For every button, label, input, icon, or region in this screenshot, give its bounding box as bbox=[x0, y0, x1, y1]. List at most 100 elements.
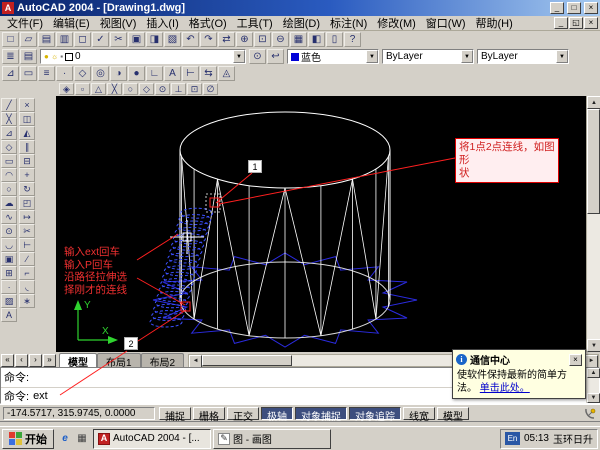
snap-endpoint-icon[interactable]: ▫ bbox=[75, 83, 90, 95]
mdi-restore-button[interactable]: ◱ bbox=[569, 17, 583, 29]
rotate-icon[interactable]: ↻ bbox=[19, 182, 35, 196]
fillet-icon[interactable]: ◟ bbox=[19, 280, 35, 294]
snap-tangent-icon[interactable]: ⊙ bbox=[155, 83, 170, 95]
communication-center-icon[interactable] bbox=[583, 407, 597, 420]
insert-block-icon[interactable]: ▣ bbox=[1, 252, 17, 266]
snap-midpoint-icon[interactable]: △ bbox=[91, 83, 106, 95]
new-file-icon[interactable]: □ bbox=[2, 32, 19, 47]
toggle-lineweight[interactable]: 线宽 bbox=[403, 407, 435, 420]
designcenter-icon[interactable]: ◧ bbox=[308, 32, 325, 47]
spline-icon[interactable]: ∿ bbox=[1, 210, 17, 224]
chevron-down-icon[interactable]: ▼ bbox=[461, 50, 473, 63]
snap-node-icon[interactable]: ⊡ bbox=[187, 83, 202, 95]
quick-launch-ie-icon[interactable]: e bbox=[57, 431, 73, 447]
scroll-down-icon[interactable]: ▼ bbox=[587, 339, 600, 352]
zoom-previous-icon[interactable]: ⊖ bbox=[272, 32, 289, 47]
menu-file[interactable]: 文件(F) bbox=[2, 15, 48, 31]
offset-icon[interactable]: ∥ bbox=[19, 140, 35, 154]
tab-model[interactable]: 模型 bbox=[59, 353, 97, 367]
polygon-icon[interactable]: ◇ bbox=[1, 140, 17, 154]
scrollbar-thumb[interactable] bbox=[202, 355, 292, 366]
zoom-window-icon[interactable]: ⊡ bbox=[254, 32, 271, 47]
spelling-icon[interactable]: ✓ bbox=[92, 32, 109, 47]
snap-from-icon[interactable]: ◈ bbox=[59, 83, 74, 95]
toggle-model[interactable]: 模型 bbox=[437, 407, 469, 420]
menu-window[interactable]: 窗口(W) bbox=[421, 15, 471, 31]
close-button[interactable]: × bbox=[584, 2, 598, 14]
pan-icon[interactable]: ⇄ bbox=[218, 32, 235, 47]
mdi-close-button[interactable]: × bbox=[584, 17, 598, 29]
render-icon[interactable]: ● bbox=[128, 66, 145, 81]
tab-scroll-next[interactable]: › bbox=[29, 354, 42, 367]
layer-properties-manager-icon[interactable]: ≣ bbox=[2, 49, 19, 64]
array-icon[interactable]: ⊟ bbox=[19, 154, 35, 168]
command-scrollbar[interactable]: ▲ ▼ bbox=[586, 368, 599, 403]
color-dropdown[interactable]: 蓝色 ▼ bbox=[287, 49, 379, 64]
scrollbar-track[interactable] bbox=[587, 214, 600, 339]
multiline-text-icon[interactable]: A bbox=[1, 308, 17, 322]
mirror-icon[interactable]: ◭ bbox=[19, 126, 35, 140]
layer-dropdown[interactable]: ● ☼ ▪ 0 ▼ bbox=[40, 49, 246, 64]
save-icon[interactable]: ▤ bbox=[38, 32, 55, 47]
chevron-down-icon[interactable]: ▼ bbox=[366, 50, 378, 63]
ime-indicator[interactable]: En bbox=[505, 432, 520, 445]
plot-preview-icon[interactable]: ◻ bbox=[74, 32, 91, 47]
linetype-dropdown[interactable]: ByLayer ▼ bbox=[382, 49, 474, 64]
menu-dimension[interactable]: 标注(N) bbox=[325, 15, 372, 31]
layer-states-icon[interactable]: ▤ bbox=[20, 49, 37, 64]
shade-icon[interactable]: ◑ bbox=[110, 66, 127, 81]
mdi-minimize-button[interactable]: _ bbox=[554, 17, 568, 29]
scale-icon[interactable]: ◰ bbox=[19, 196, 35, 210]
tab-scroll-last[interactable]: » bbox=[43, 354, 56, 367]
stretch-icon[interactable]: ↦ bbox=[19, 210, 35, 224]
menu-edit[interactable]: 编辑(E) bbox=[48, 15, 95, 31]
tab-layout2[interactable]: 布局2 bbox=[141, 353, 185, 367]
menu-insert[interactable]: 插入(I) bbox=[141, 15, 183, 31]
menu-format[interactable]: 格式(O) bbox=[184, 15, 232, 31]
open-file-icon[interactable]: ▱ bbox=[20, 32, 37, 47]
make-object-layer-current-icon[interactable]: ⊙ bbox=[249, 49, 266, 64]
trim-icon[interactable]: ✂ bbox=[19, 224, 35, 238]
layer-previous-icon[interactable]: ↩ bbox=[267, 49, 284, 64]
redo-icon[interactable]: ↷ bbox=[200, 32, 217, 47]
toggle-ortho[interactable]: 正交 bbox=[227, 407, 259, 420]
construction-line-icon[interactable]: ╳ bbox=[1, 112, 17, 126]
quick-launch-desktop-icon[interactable]: ▦ bbox=[74, 431, 90, 447]
dist-icon[interactable]: ⊿ bbox=[2, 66, 19, 81]
draw-order-icon[interactable]: ◬ bbox=[218, 66, 235, 81]
layer-translate-icon[interactable]: ⇆ bbox=[200, 66, 217, 81]
properties-icon[interactable]: ▦ bbox=[290, 32, 307, 47]
hatch-icon[interactable]: ▨ bbox=[1, 294, 17, 308]
toggle-otrack[interactable]: 对象追踪 bbox=[349, 407, 401, 420]
popup-close-button[interactable]: × bbox=[569, 354, 582, 366]
menu-draw[interactable]: 绘图(D) bbox=[278, 15, 325, 31]
taskbar-clock[interactable]: 05:13 bbox=[524, 433, 549, 444]
snap-intersection-icon[interactable]: ╳ bbox=[107, 83, 122, 95]
tool-palettes-icon[interactable]: ▯ bbox=[326, 32, 343, 47]
arc-icon[interactable]: ◠ bbox=[1, 168, 17, 182]
vertical-scrollbar[interactable]: ▲ ▼ bbox=[586, 96, 600, 352]
snap-none-icon[interactable]: ∅ bbox=[203, 83, 218, 95]
cut-icon[interactable]: ✂ bbox=[110, 32, 127, 47]
menu-tools[interactable]: 工具(T) bbox=[232, 15, 278, 31]
scroll-up-icon[interactable]: ▲ bbox=[587, 368, 600, 378]
list-icon[interactable]: ≡ bbox=[38, 66, 55, 81]
chamfer-icon[interactable]: ⌐ bbox=[19, 266, 35, 280]
circle-icon[interactable]: ○ bbox=[1, 182, 17, 196]
polyline-icon[interactable]: ⊿ bbox=[1, 126, 17, 140]
match-properties-icon[interactable]: ▧ bbox=[164, 32, 181, 47]
menu-modify[interactable]: 修改(M) bbox=[372, 15, 421, 31]
scroll-down-icon[interactable]: ▼ bbox=[587, 393, 600, 403]
copy-icon[interactable]: ◫ bbox=[19, 112, 35, 126]
snap-center-icon[interactable]: ○ bbox=[123, 83, 138, 95]
paste-icon[interactable]: ◨ bbox=[146, 32, 163, 47]
zoom-realtime-icon[interactable]: ⊕ bbox=[236, 32, 253, 47]
tab-scroll-first[interactable]: « bbox=[1, 354, 14, 367]
lineweight-dropdown[interactable]: ByLayer ▼ bbox=[477, 49, 569, 64]
tab-layout1[interactable]: 布局1 bbox=[97, 353, 141, 367]
rectangle-icon[interactable]: ▭ bbox=[1, 154, 17, 168]
snap-quadrant-icon[interactable]: ◇ bbox=[139, 83, 154, 95]
drawing-canvas[interactable]: YX 输入ext回车输入P回车沿路径拉伸选择刚才的连线 将1点2点连线，如图形状… bbox=[56, 96, 586, 352]
break-icon[interactable]: ∕ bbox=[19, 252, 35, 266]
toggle-grid[interactable]: 栅格 bbox=[193, 407, 225, 420]
